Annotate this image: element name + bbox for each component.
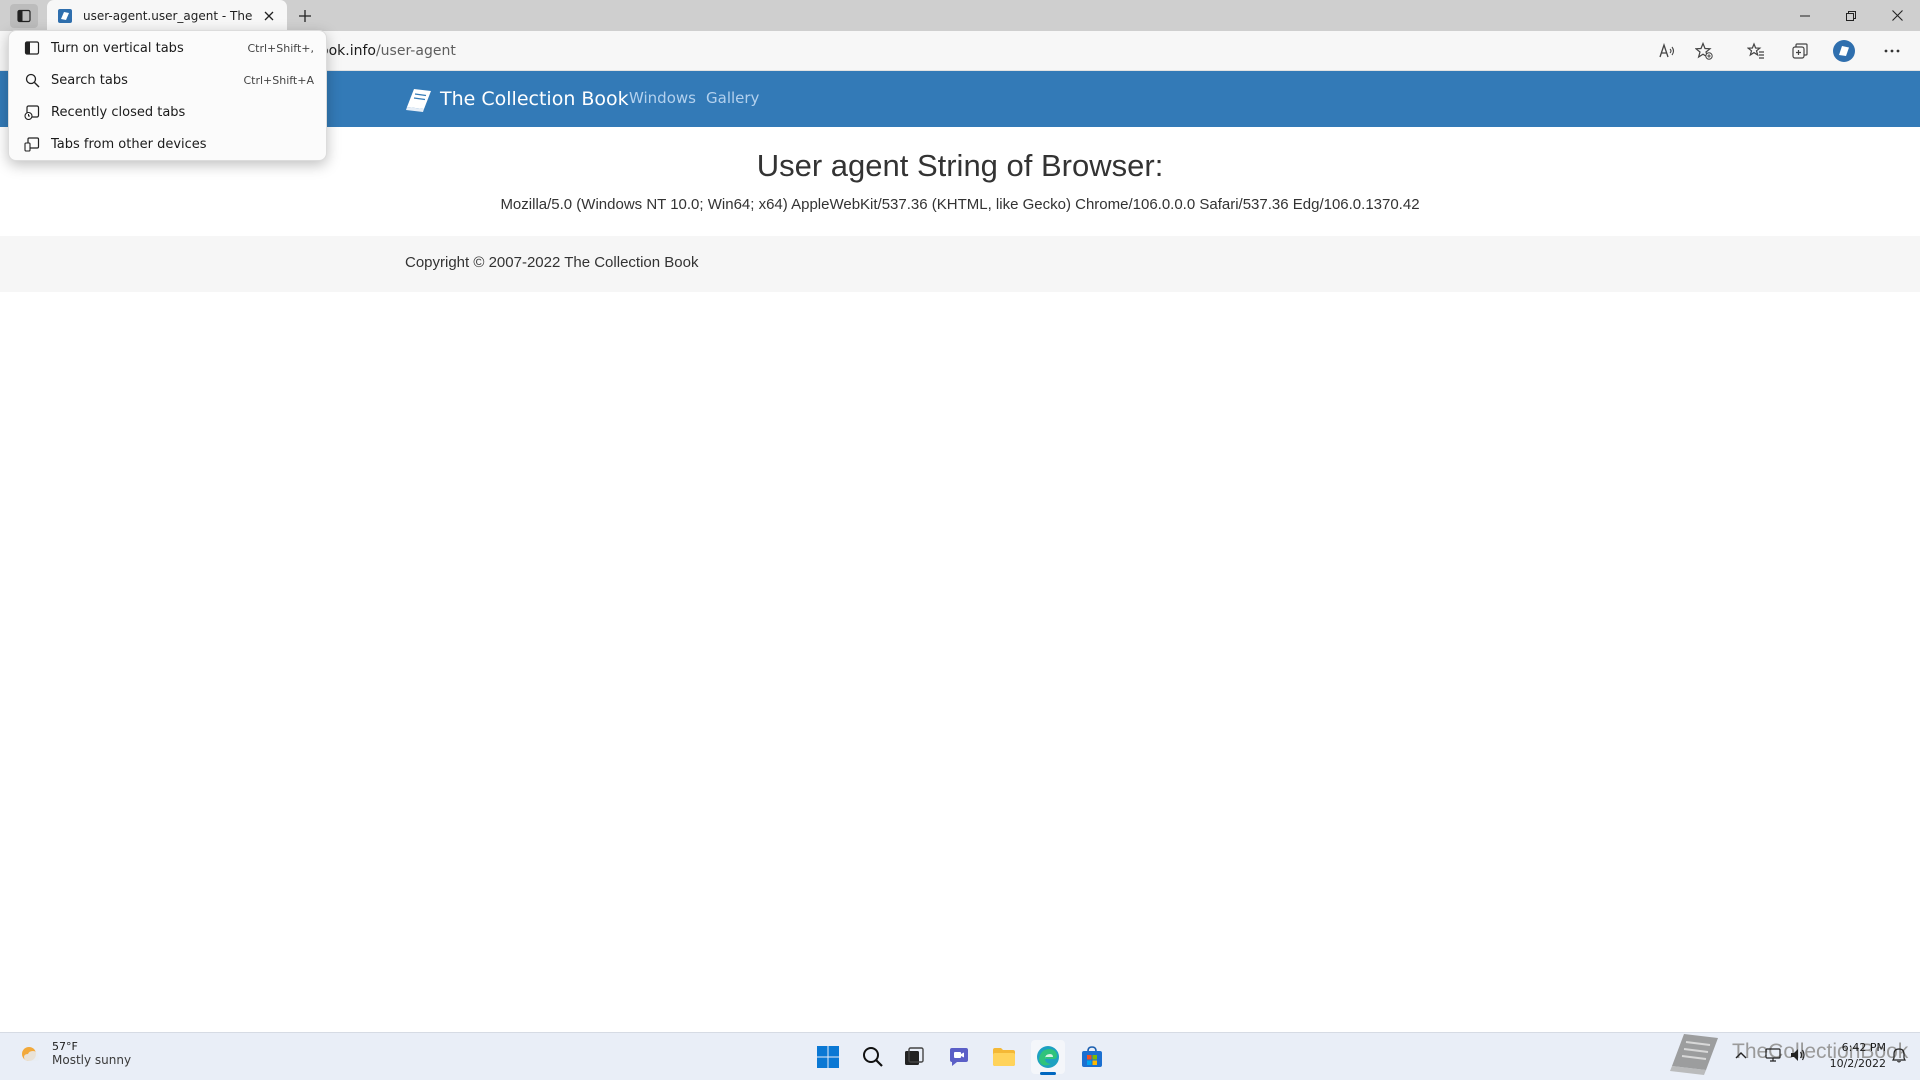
menu-item-label: Recently closed tabs — [51, 104, 186, 120]
edge-running-indicator — [1040, 1072, 1056, 1075]
clock-date: 10/2/2022 — [1829, 1057, 1886, 1070]
tab-active[interactable]: user-agent.user_agent - The Coll — [47, 0, 287, 31]
weather-condition: Mostly sunny — [52, 1053, 132, 1067]
settings-more-button[interactable] — [1878, 38, 1906, 64]
menu-item-search-tabs[interactable]: Search tabs Ctrl+Shift+A — [9, 64, 326, 96]
nav-link-gallery[interactable]: Gallery — [706, 89, 759, 107]
edge-icon — [1037, 1046, 1059, 1068]
address-bar[interactable]: ook.info/user-agent — [320, 40, 1640, 62]
chat-icon — [950, 1048, 968, 1066]
devices-icon — [24, 137, 40, 152]
clock-time: 6:42 PM — [1841, 1041, 1886, 1054]
site-brand-link[interactable]: The Collection Book — [404, 84, 629, 114]
tab-actions-icon — [17, 9, 31, 23]
menu-item-recently-closed[interactable]: Recently closed tabs — [9, 96, 326, 128]
menu-item-shortcut: Ctrl+Shift+, — [247, 41, 314, 55]
menu-item-label: Tabs from other devices — [51, 136, 207, 152]
site-footer — [0, 236, 1920, 292]
site-brand-text: The Collection Book — [440, 88, 629, 110]
book-logo-icon — [1670, 1034, 1718, 1075]
tab-close-button[interactable] — [261, 8, 277, 24]
profile-button[interactable] — [1830, 38, 1858, 64]
restore-button[interactable] — [1828, 0, 1874, 31]
user-agent-string: Mozilla/5.0 (Windows NT 10.0; Win64; x64… — [500, 196, 1420, 213]
store-button[interactable] — [1075, 1040, 1109, 1074]
task-view-button[interactable] — [897, 1040, 931, 1074]
taskbar-search-button[interactable] — [856, 1040, 890, 1074]
collections-icon — [1792, 43, 1808, 59]
notifications-button[interactable] — [1888, 1044, 1910, 1066]
book-logo-icon — [406, 89, 431, 112]
search-icon — [863, 1047, 883, 1067]
star-add-icon — [1695, 42, 1713, 60]
favorites-icon — [1747, 42, 1764, 59]
edge-button[interactable] — [1031, 1040, 1065, 1074]
tab-strip — [0, 0, 1920, 31]
tab-title: user-agent.user_agent - The Coll — [83, 8, 255, 23]
start-button[interactable] — [811, 1040, 845, 1074]
site-favicon-icon — [58, 8, 72, 23]
read-aloud-button[interactable] — [1654, 38, 1682, 64]
windows-logo-icon — [817, 1046, 839, 1068]
minimize-button[interactable] — [1782, 0, 1828, 31]
menu-item-label: Search tabs — [51, 72, 128, 88]
weather-temp: 57°F — [52, 1040, 78, 1053]
address-host: ook.info — [320, 43, 376, 59]
footer-copyright: Copyright © 2007-2022 The Collection Boo… — [405, 254, 699, 271]
new-tab-button[interactable] — [293, 4, 317, 28]
recently-closed-icon — [24, 105, 40, 120]
chevron-up-icon — [1735, 1052, 1747, 1059]
tray-overflow-button[interactable] — [1730, 1044, 1752, 1066]
teams-chat-button[interactable] — [942, 1040, 976, 1074]
close-icon — [264, 11, 274, 20]
tab-actions-menu: Turn on vertical tabs Ctrl+Shift+, Searc… — [8, 30, 327, 161]
tab-actions-button[interactable] — [10, 4, 38, 28]
read-aloud-icon — [1659, 43, 1675, 58]
nav-link-windows[interactable]: Windows — [629, 89, 696, 107]
menu-item-label: Turn on vertical tabs — [51, 40, 184, 56]
collections-button[interactable] — [1786, 38, 1814, 64]
menu-item-other-devices[interactable]: Tabs from other devices — [9, 128, 326, 160]
system-clock[interactable]: 6:42 PM 10/2/2022 — [1816, 1040, 1886, 1072]
weather-widget[interactable]: 57°F Mostly sunny — [18, 1040, 131, 1067]
file-explorer-button[interactable] — [987, 1040, 1021, 1074]
menu-item-vertical-tabs[interactable]: Turn on vertical tabs Ctrl+Shift+, — [9, 32, 326, 64]
add-favorite-button[interactable] — [1690, 38, 1718, 64]
search-icon — [25, 73, 39, 87]
close-icon — [1891, 10, 1903, 21]
address-path: /user-agent — [375, 43, 456, 59]
favorites-button[interactable] — [1742, 38, 1770, 64]
task-view-icon — [905, 1047, 924, 1065]
network-icon — [1765, 1048, 1781, 1062]
profile-avatar-icon — [1833, 40, 1855, 62]
restore-icon — [1846, 10, 1856, 21]
store-icon — [1082, 1046, 1102, 1067]
minimize-icon — [1800, 15, 1810, 16]
notification-bell-icon — [1892, 1048, 1906, 1063]
weather-sun-icon — [22, 1046, 40, 1061]
volume-button[interactable] — [1787, 1044, 1809, 1066]
menu-item-shortcut: Ctrl+Shift+A — [243, 73, 314, 87]
plus-icon — [299, 10, 311, 22]
network-button[interactable] — [1762, 1044, 1784, 1066]
vertical-tabs-icon — [24, 41, 40, 55]
volume-icon — [1791, 1049, 1805, 1061]
folder-icon — [993, 1048, 1015, 1066]
close-window-button[interactable] — [1874, 0, 1920, 31]
more-icon — [1884, 49, 1900, 53]
